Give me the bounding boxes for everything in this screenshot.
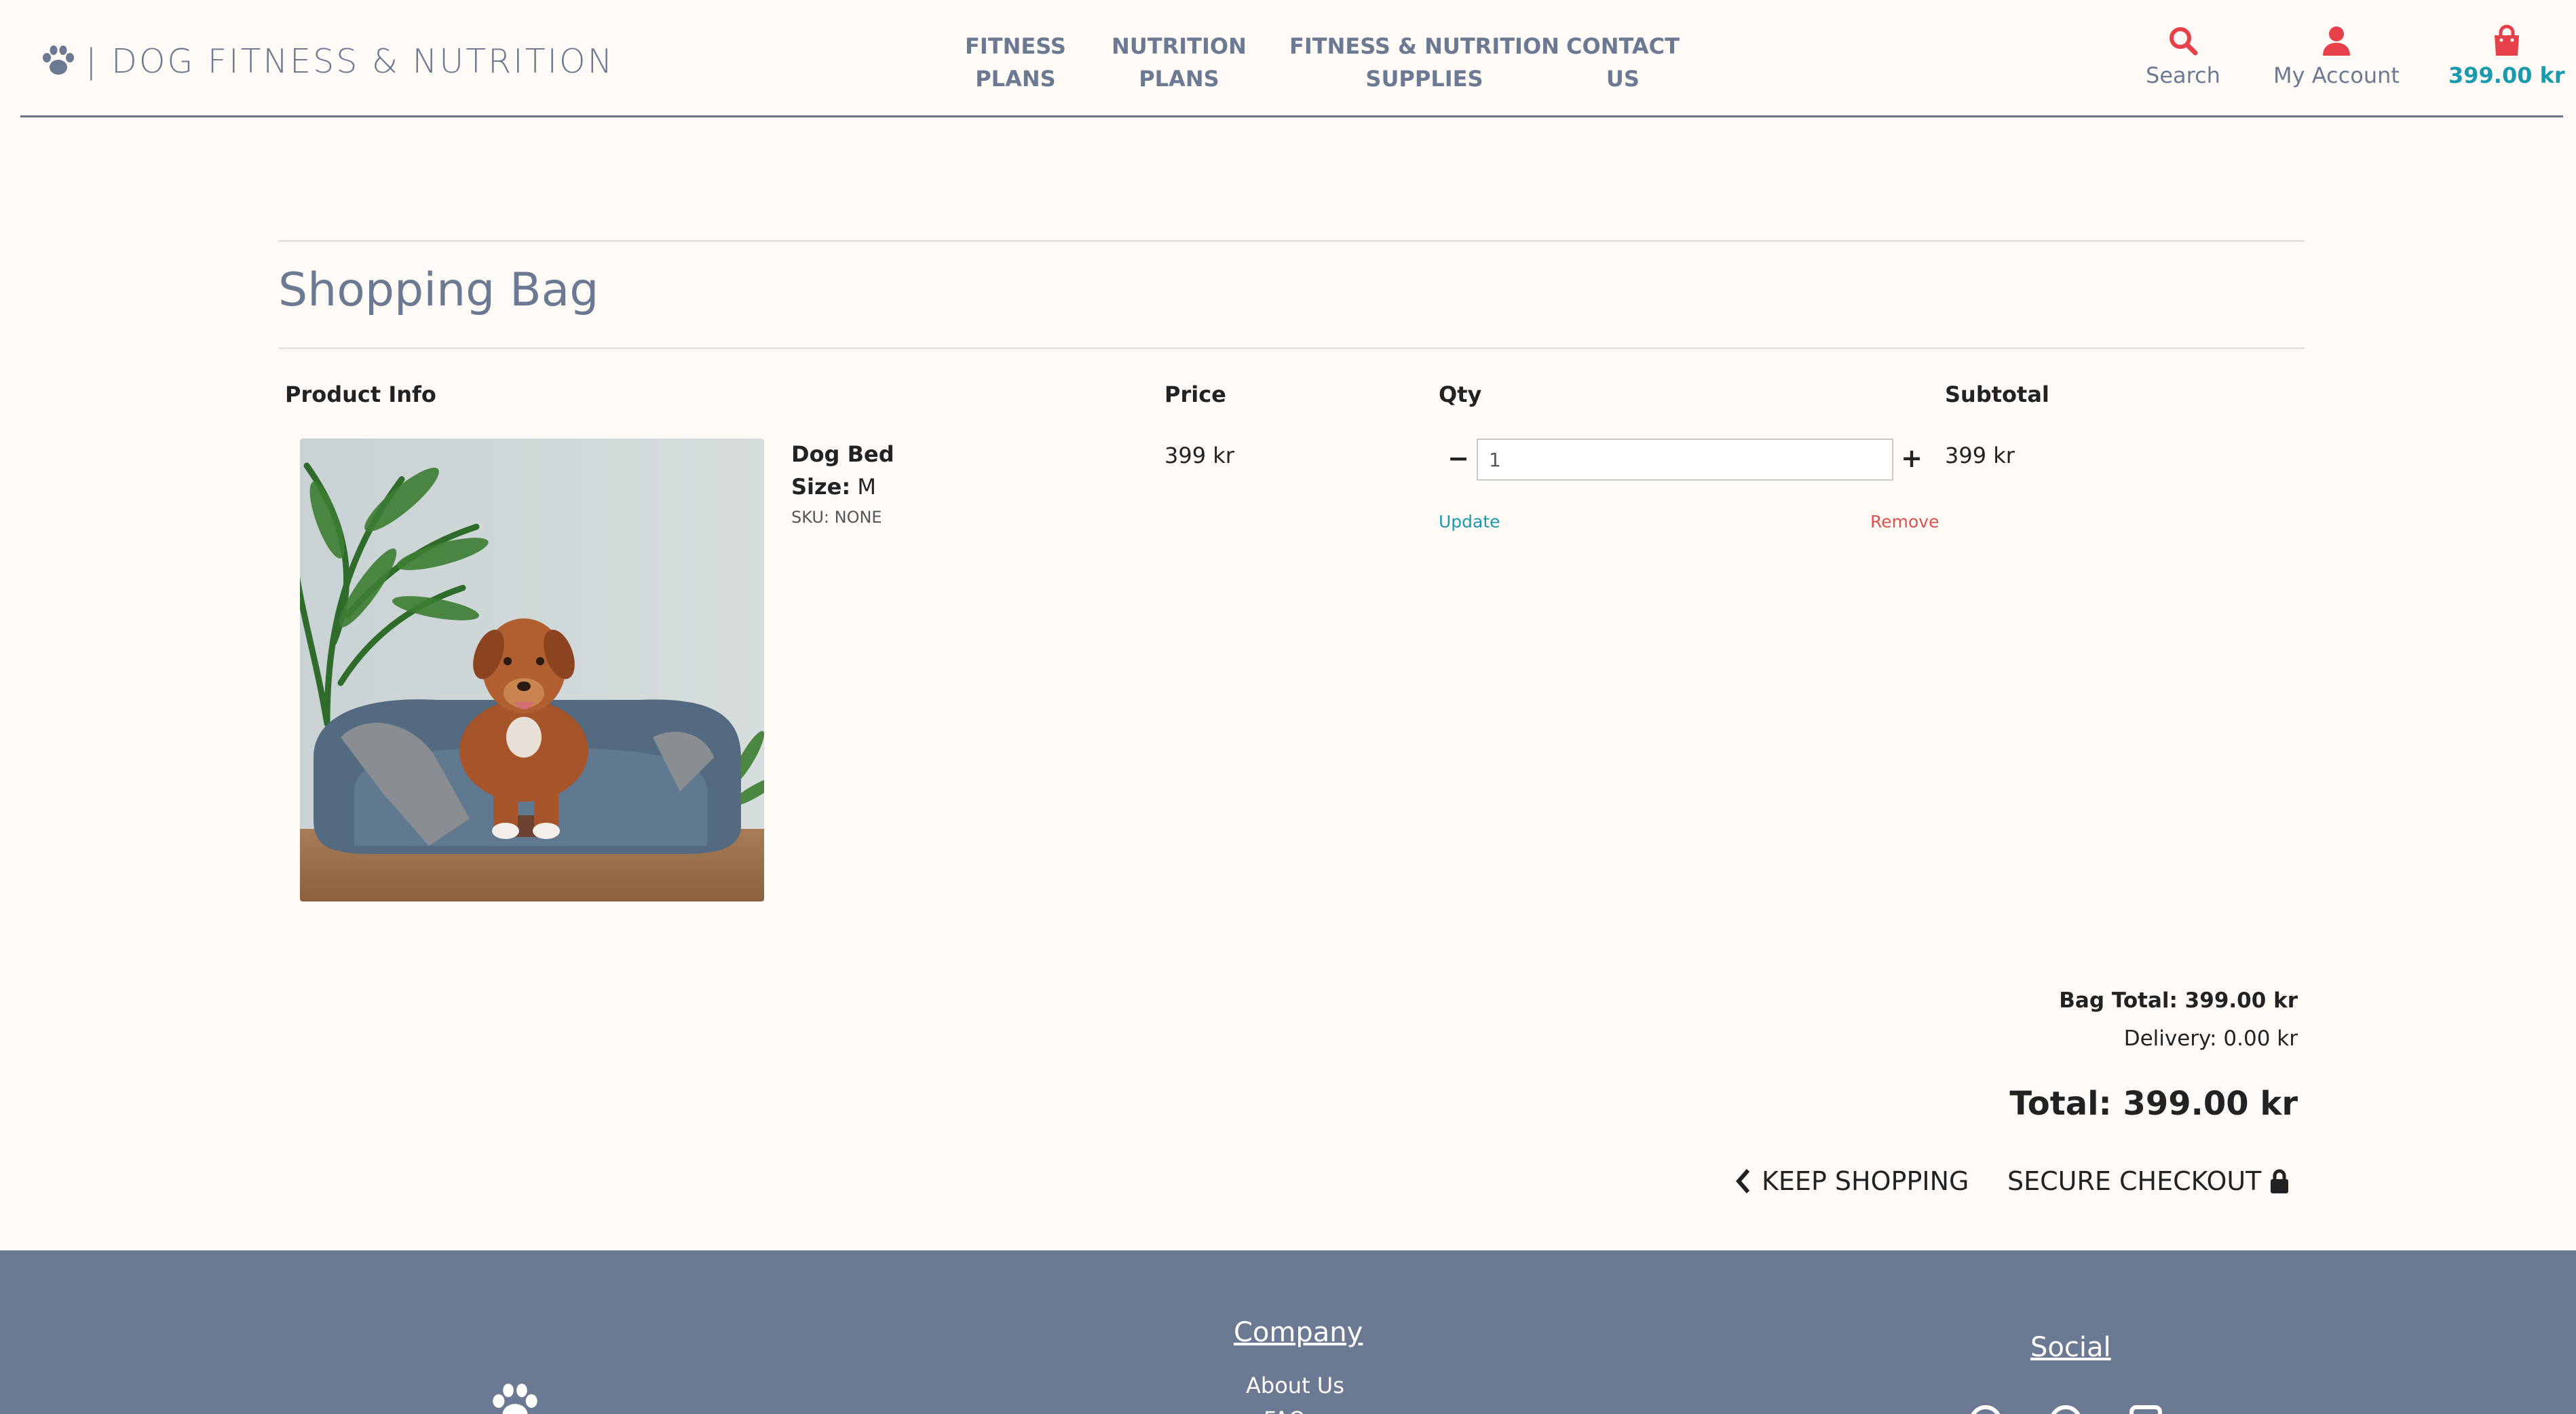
footer-about-us-link[interactable]: About Us <box>1246 1373 1344 1398</box>
secure-checkout-label: SECURE CHECKOUT <box>2007 1166 2262 1196</box>
nav-nutrition-plans[interactable]: NUTRITION PLANS <box>1112 30 1247 95</box>
product-image[interactable] <box>300 439 764 901</box>
brand-logo[interactable]: | DOG FITNESS & NUTRITION <box>41 39 614 83</box>
footer-paw-icon <box>493 1383 537 1414</box>
title-bottom-divider <box>278 348 2305 349</box>
nav-fitness-plans-line2: PLANS <box>975 66 1056 92</box>
twitter-icon[interactable] <box>2049 1405 2082 1414</box>
search-icon <box>2169 27 2198 56</box>
title-top-divider <box>278 240 2305 242</box>
increment-qty-button[interactable]: + <box>1896 443 1927 474</box>
nav-supplies[interactable]: FITNESS & NUTRITION SUPPLIES <box>1289 30 1559 95</box>
header-divider <box>20 115 2563 117</box>
shopping-bag-icon <box>2494 24 2519 56</box>
product-size-value: M <box>857 474 876 500</box>
search-label: Search <box>2146 62 2220 88</box>
nav-contact-us[interactable]: CONTACT US <box>1566 30 1680 95</box>
secure-checkout-button[interactable]: SECURE CHECKOUT <box>2007 1161 2290 1202</box>
header-product-info: Product Info <box>285 382 436 407</box>
quantity-input[interactable] <box>1477 439 1893 481</box>
nav-fitness-plans[interactable]: FITNESS PLANS <box>965 30 1066 95</box>
dog-bed-photo <box>300 439 764 901</box>
remove-link[interactable]: Remove <box>1870 512 1939 532</box>
shopping-bag-link[interactable]: 399.00 kr <box>2448 24 2565 91</box>
product-size-label: Size: <box>791 474 851 500</box>
instagram-icon[interactable] <box>2129 1405 2162 1414</box>
page-title: Shopping Bag <box>278 263 599 317</box>
site-header: | DOG FITNESS & NUTRITION FITNESS PLANS … <box>0 0 2576 117</box>
footer-faq-link[interactable]: FAQ <box>1264 1407 1306 1414</box>
product-subtotal: 399 kr <box>1945 443 2015 468</box>
my-account-link[interactable]: My Account <box>2273 24 2400 91</box>
footer-company-heading[interactable]: Company <box>1234 1317 1363 1348</box>
nav-nutrition-plans-line1: NUTRITION <box>1112 33 1247 59</box>
nav-supplies-line2: SUPPLIES <box>1365 66 1483 92</box>
nav-nutrition-plans-line2: PLANS <box>1139 66 1219 92</box>
product-price: 399 kr <box>1164 443 1234 468</box>
footer-social-heading[interactable]: Social <box>2030 1332 2111 1363</box>
nav-supplies-line1: FITNESS & NUTRITION <box>1289 33 1559 59</box>
chevron-left-icon <box>1736 1169 1750 1193</box>
header-qty: Qty <box>1439 382 1482 407</box>
social-icons <box>1969 1405 2162 1414</box>
lock-icon <box>2271 1169 2289 1193</box>
nav-fitness-plans-line1: FITNESS <box>965 33 1066 59</box>
bag-total: Bag Total: 399.00 kr <box>2059 988 2298 1013</box>
header-price: Price <box>1164 382 1226 407</box>
header-subtotal: Subtotal <box>1945 382 2049 407</box>
brand-name: | DOG FITNESS & NUTRITION <box>86 41 615 81</box>
site-footer: Company About Us FAQ Social <box>0 1250 2576 1414</box>
keep-shopping-label: KEEP SHOPPING <box>1762 1166 1969 1196</box>
keep-shopping-button[interactable]: KEEP SHOPPING <box>1733 1161 1969 1202</box>
my-account-label: My Account <box>2273 62 2400 88</box>
delivery-cost: Delivery: 0.00 kr <box>2123 1026 2298 1051</box>
bag-total-label: 399.00 kr <box>2448 62 2565 88</box>
product-sku: SKU: NONE <box>791 508 882 527</box>
grand-total: Total: 399.00 kr <box>2009 1085 2298 1123</box>
nav-contact-us-line2: US <box>1606 66 1640 92</box>
user-icon <box>2322 26 2350 56</box>
paw-icon <box>43 45 74 75</box>
update-link[interactable]: Update <box>1439 512 1500 532</box>
decrement-qty-button[interactable]: − <box>1443 443 1474 474</box>
nav-contact-us-line1: CONTACT <box>1566 33 1680 59</box>
facebook-icon[interactable] <box>1969 1405 2002 1414</box>
product-name: Dog Bed <box>791 441 894 467</box>
search-link[interactable]: Search <box>2146 24 2220 91</box>
product-size: Size: M <box>791 474 876 500</box>
